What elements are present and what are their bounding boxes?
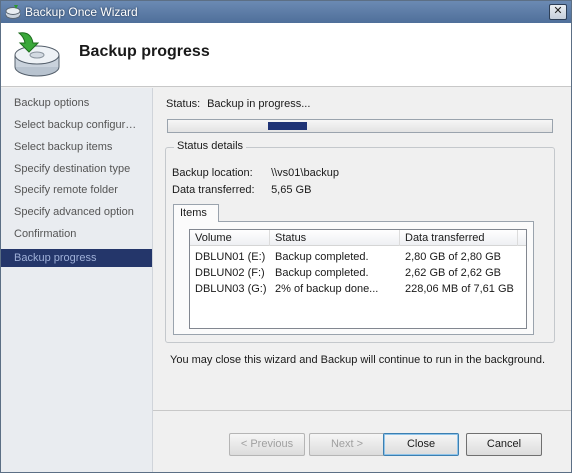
cell-data-transferred: 2,62 GB of 2,62 GB [405, 267, 502, 279]
progress-marquee-block [268, 122, 307, 130]
nav-step-select-backup-items[interactable]: Select backup items [1, 138, 152, 156]
items-list-header: Volume Status Data transferred [190, 230, 526, 246]
data-transferred-label: Data transferred: [172, 184, 255, 196]
wizard-header: Backup progress [1, 23, 571, 87]
backup-location-value: \\vs01\backup [271, 167, 339, 179]
cell-volume: DBLUN01 (E:) [195, 251, 266, 263]
backup-disk-icon [14, 32, 60, 77]
footer-divider [153, 410, 571, 411]
data-transferred-value: 5,65 GB [271, 184, 312, 196]
status-details-legend: Status details [174, 140, 247, 152]
backup-progress-bar [167, 119, 553, 133]
cell-status: 2% of backup done... [275, 283, 379, 295]
cell-data-transferred: 228,06 MB of 7,61 GB [405, 283, 514, 295]
items-list[interactable]: Volume Status Data transferred DBLUN01 (… [189, 229, 527, 329]
table-row[interactable]: DBLUN02 (F:) Backup completed. 2,62 GB o… [190, 265, 526, 281]
page-title: Backup progress [79, 43, 210, 60]
cell-data-transferred: 2,80 GB of 2,80 GB [405, 251, 502, 263]
wizard-steps-nav: Backup options Select backup configur… S… [1, 88, 153, 472]
column-header-volume[interactable]: Volume [190, 230, 270, 246]
close-window-button[interactable]: ✕ [549, 4, 567, 20]
nav-step-specify-advanced-option[interactable]: Specify advanced option [1, 203, 152, 221]
nav-step-confirmation[interactable]: Confirmation [1, 225, 152, 243]
cell-status: Backup completed. [275, 251, 369, 263]
wizard-window: Backup Once Wizard ✕ Backup progress Bac… [0, 0, 572, 473]
cell-volume: DBLUN03 (G:) [195, 283, 267, 295]
background-note: You may close this wizard and Backup wil… [170, 354, 546, 366]
table-row[interactable]: DBLUN01 (E:) Backup completed. 2,80 GB o… [190, 249, 526, 265]
table-row[interactable]: DBLUN03 (G:) 2% of backup done... 228,06… [190, 281, 526, 297]
window-title: Backup Once Wizard [25, 5, 138, 19]
backup-location-label: Backup location: [172, 167, 253, 179]
next-button[interactable]: Next > [309, 433, 385, 456]
nav-step-select-backup-configuration[interactable]: Select backup configur… [1, 116, 152, 134]
backup-location-row: Backup location: \\vs01\backup [172, 167, 339, 179]
nav-step-specify-destination-type[interactable]: Specify destination type [1, 160, 152, 178]
close-button[interactable]: Close [383, 433, 459, 456]
column-header-status[interactable]: Status [270, 230, 400, 246]
status-label: Status: [166, 98, 201, 110]
title-bar[interactable]: Backup Once Wizard ✕ [1, 1, 571, 23]
status-line: Status: Backup in progress... [166, 98, 310, 110]
data-transferred-row: Data transferred: 5,65 GB [172, 184, 311, 196]
cell-status: Backup completed. [275, 267, 369, 279]
nav-step-specify-remote-folder[interactable]: Specify remote folder [1, 181, 152, 199]
cancel-button[interactable]: Cancel [466, 433, 542, 456]
nav-step-backup-options[interactable]: Backup options [1, 94, 152, 112]
column-header-data-transferred[interactable]: Data transferred [400, 230, 518, 246]
main-content: Status: Backup in progress... Status det… [153, 88, 571, 472]
previous-button[interactable]: < Previous [229, 433, 305, 456]
nav-step-backup-progress[interactable]: Backup progress [1, 249, 152, 267]
status-value: Backup in progress... [207, 98, 311, 110]
backup-app-icon [5, 5, 21, 19]
cell-volume: DBLUN02 (F:) [195, 267, 265, 279]
tab-items[interactable]: Items [173, 204, 219, 222]
